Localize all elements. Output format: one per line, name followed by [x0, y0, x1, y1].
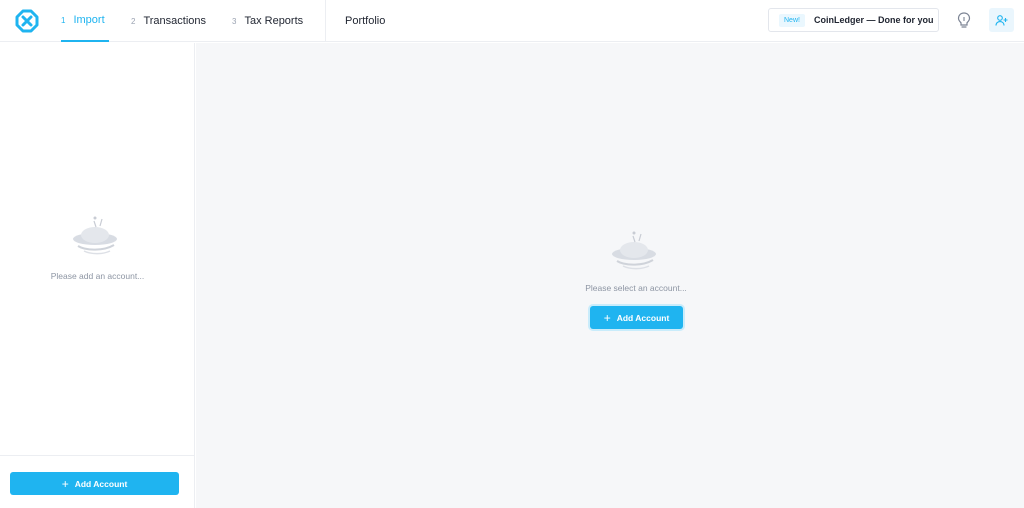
step-number: 2 — [131, 16, 136, 26]
accounts-sidebar: Please add an account... + Add Account — [0, 43, 195, 508]
button-label: Add Account — [74, 478, 128, 489]
top-nav: 1 Import 2 Transactions 3 Tax Reports Po… — [0, 0, 1024, 42]
add-account-button[interactable]: + Add Account — [590, 306, 683, 329]
divider — [325, 0, 326, 42]
promo-text: CoinLedger — Done for you — [813, 15, 934, 25]
button-label: Add Account — [616, 312, 670, 323]
step-number: 1 — [61, 15, 66, 25]
tab-label: Tax Reports — [244, 15, 304, 27]
plus-icon: + — [61, 476, 69, 491]
tab-tax-reports[interactable]: 3 Tax Reports — [232, 0, 303, 42]
lightbulb-icon[interactable] — [955, 11, 973, 29]
tab-label: Transactions — [143, 15, 207, 27]
plus-icon: + — [603, 310, 611, 325]
add-user-icon — [995, 14, 1008, 26]
tab-portfolio[interactable]: Portfolio — [345, 0, 385, 42]
step-number: 3 — [232, 16, 237, 26]
empty-accounts-text: Please add an account... — [50, 271, 145, 281]
select-account-text: Please select an account... — [585, 283, 687, 293]
add-account-button[interactable]: + Add Account — [10, 472, 179, 495]
promo-banner[interactable]: New! CoinLedger — Done for you — [768, 8, 939, 32]
tab-transactions[interactable]: 2 Transactions — [131, 0, 206, 42]
add-user-button[interactable] — [989, 8, 1014, 32]
logo-icon[interactable] — [14, 8, 40, 34]
divider — [0, 455, 195, 456]
empty-state-illustration — [73, 216, 117, 255]
main-panel: Please select an account... + Add Accoun… — [196, 43, 1024, 508]
new-badge: New! — [779, 13, 805, 27]
tab-import[interactable]: 1 Import — [61, 0, 109, 42]
empty-state-illustration — [612, 231, 656, 270]
tab-label: Import — [73, 14, 105, 26]
